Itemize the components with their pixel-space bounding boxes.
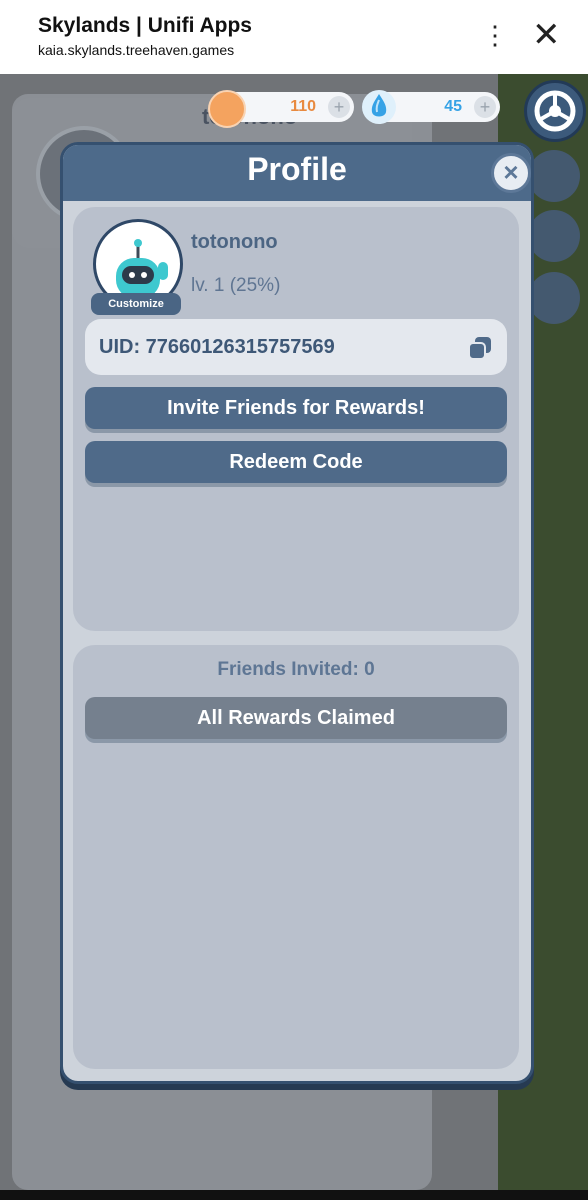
add-gems-button[interactable]: + — [474, 96, 496, 118]
profile-card: Customize totonono lv. 1 (25%) UID: 7766… — [73, 207, 519, 631]
system-bar — [0, 1190, 588, 1200]
more-options-icon[interactable]: ⋮ — [482, 22, 508, 48]
profile-modal: Profile × Customize totonono lv. 1 (25%)… — [60, 142, 534, 1084]
profile-level: lv. 1 (25%) — [191, 275, 281, 296]
close-icon[interactable]: ✕ — [532, 18, 561, 52]
backpack-icon[interactable] — [528, 150, 580, 202]
customize-button[interactable]: Customize — [91, 293, 181, 315]
invite-friends-button[interactable]: Invite Friends for Rewards! — [85, 387, 507, 429]
uid-field: UID: 77660126315757569 — [85, 319, 507, 375]
wings-icon[interactable] — [528, 272, 580, 324]
close-modal-button[interactable]: × — [491, 153, 531, 193]
redeem-code-button[interactable]: Redeem Code — [85, 441, 507, 483]
profile-username: totonono — [191, 231, 278, 253]
coin-icon — [208, 90, 246, 128]
all-rewards-claimed-button[interactable]: All Rewards Claimed — [85, 697, 507, 739]
friends-card: Friends Invited: 0 All Rewards Claimed — [73, 645, 519, 1069]
gem-counter[interactable]: 45 + — [362, 90, 500, 124]
friends-invited-count: Friends Invited: 0 — [217, 659, 375, 680]
modal-title: Profile — [247, 151, 347, 187]
coin-counter[interactable]: 110 + — [208, 90, 354, 128]
page-url: kaia.skylands.treehaven.games — [38, 42, 235, 58]
uid-text: UID: 77660126315757569 — [99, 336, 335, 358]
coin-value: 110 — [290, 98, 316, 115]
add-coins-button[interactable]: + — [328, 96, 350, 118]
gem-value: 45 — [444, 98, 462, 115]
modal-header: Profile × — [63, 145, 531, 201]
gem-icon — [362, 90, 396, 124]
copy-icon[interactable] — [465, 333, 495, 363]
page-title: Skylands | Unifi Apps — [38, 14, 252, 37]
browser-header: Skylands | Unifi Apps kaia.skylands.tree… — [0, 0, 588, 74]
shop-cart-icon[interactable] — [528, 210, 580, 262]
settings-gear-icon[interactable] — [524, 80, 586, 142]
